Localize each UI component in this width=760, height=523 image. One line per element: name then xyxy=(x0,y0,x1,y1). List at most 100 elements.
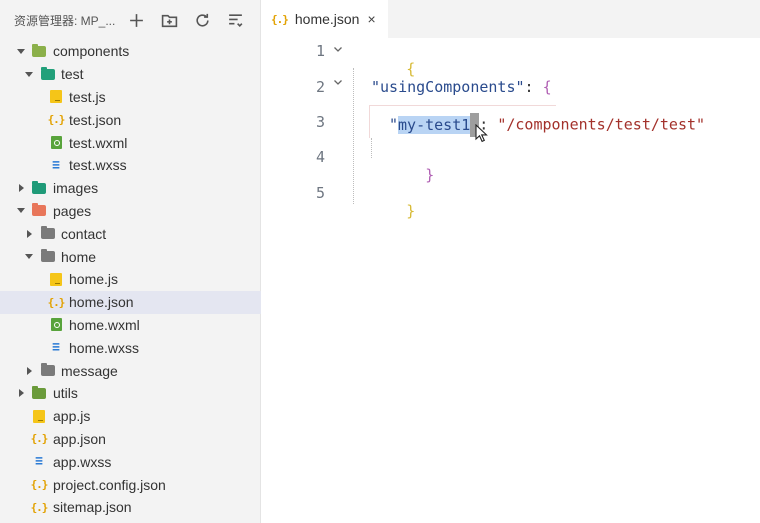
tree-item-label: home.json xyxy=(69,294,134,311)
chevron-down-icon[interactable] xyxy=(24,252,34,262)
tree-item-label: test.json xyxy=(69,111,122,128)
chevron-right-icon[interactable] xyxy=(16,388,26,398)
line-number: 4 xyxy=(315,148,325,166)
json-file-icon: {.} xyxy=(30,500,49,514)
tree-file-app-wxss[interactable]: ≡ app.wxss xyxy=(0,450,261,473)
folder-icon xyxy=(40,363,56,379)
tree-folder-utils[interactable]: utils xyxy=(0,382,261,405)
tab-label: home.json xyxy=(294,11,360,27)
new-file-button[interactable] xyxy=(126,10,147,31)
tree-item-label: utils xyxy=(53,385,78,402)
json-file-icon: {.} xyxy=(271,12,289,26)
tree-file-home-json[interactable]: {.} home.json xyxy=(0,290,261,314)
chevron-down-icon[interactable] xyxy=(16,46,26,56)
tree-item-label: test xyxy=(61,66,84,83)
line-number: 3 xyxy=(315,113,325,131)
tree-file-test-js[interactable]: test.js xyxy=(0,86,261,109)
new-folder-button[interactable] xyxy=(159,10,180,31)
tree-file-test-wxss[interactable]: ≡ test.wxss xyxy=(0,154,261,177)
tree-folder-home[interactable]: home xyxy=(0,245,261,268)
mouse-pointer-icon xyxy=(475,124,488,143)
tree-item-label: project.config.json xyxy=(53,476,166,493)
code-line-5: } xyxy=(352,184,415,238)
tree-item-label: app.js xyxy=(53,408,91,425)
tree-item-label: app.wxss xyxy=(53,453,112,470)
json-file-icon: {.} xyxy=(47,295,66,309)
editor-area: {.} home.json × 1 2 3 4 5 { "usingCompon… xyxy=(261,0,760,523)
folder-icon xyxy=(31,203,47,219)
tree-item-label: home.wxml xyxy=(69,316,140,333)
file-tree: components test test.js {.} test.json test.wx… xyxy=(0,40,261,519)
code-line-2: "usingComponents": { xyxy=(371,78,552,96)
tree-item-label: components xyxy=(53,43,130,60)
tree-file-test-wxml[interactable]: test.wxml xyxy=(0,131,261,154)
tree-file-project-config-json[interactable]: {.} project.config.json xyxy=(0,473,261,496)
chevron-down-icon[interactable] xyxy=(24,69,34,79)
folder-icon xyxy=(40,249,56,265)
tree-folder-contact[interactable]: contact xyxy=(0,222,261,245)
tree-item-label: app.json xyxy=(53,430,106,447)
chevron-right-icon[interactable] xyxy=(16,183,26,193)
outer-open-brace: { xyxy=(406,60,416,78)
json-file-icon: {.} xyxy=(30,432,49,446)
tree-file-home-wxss[interactable]: ≡ home.wxss xyxy=(0,336,261,359)
tree-item-label: home.js xyxy=(69,271,119,288)
tree-item-label: home.wxss xyxy=(69,339,140,356)
json-key-using-components: "usingComponents" xyxy=(371,78,525,96)
new-folder-icon xyxy=(161,14,178,28)
chevron-right-icon[interactable] xyxy=(24,366,34,376)
refresh-button[interactable] xyxy=(192,10,213,31)
tree-item-label: home xyxy=(61,248,97,265)
explorer-actions xyxy=(126,10,246,31)
tree-item-label: test.wxml xyxy=(69,134,128,151)
code-line-3: "my-test1: "/components/test/test" xyxy=(389,113,705,137)
tree-folder-message[interactable]: message xyxy=(0,359,261,382)
collapse-all-button[interactable] xyxy=(225,10,246,31)
js-file-icon xyxy=(48,271,64,287)
js-file-icon xyxy=(31,408,47,424)
fold-chevron-icon[interactable] xyxy=(333,73,343,85)
close-icon[interactable]: × xyxy=(367,11,375,27)
tree-item-label: test.js xyxy=(69,88,106,105)
tree-item-label: message xyxy=(61,362,118,379)
tree-file-home-wxml[interactable]: home.wxml xyxy=(0,314,261,337)
tree-file-home-js[interactable]: home.js xyxy=(0,268,261,291)
tree-file-sitemap-json[interactable]: {.} sitemap.json xyxy=(0,496,261,519)
tree-file-test-json[interactable]: {.} test.json xyxy=(0,108,261,131)
tree-file-app-js[interactable]: app.js xyxy=(0,405,261,428)
folder-icon xyxy=(31,385,47,401)
wxml-file-icon xyxy=(48,135,64,151)
line-number: 5 xyxy=(315,184,325,202)
chevron-down-icon[interactable] xyxy=(16,206,26,216)
tree-item-label: images xyxy=(53,180,99,197)
tab-home-json[interactable]: {.} home.json × xyxy=(261,0,388,38)
folder-icon xyxy=(40,66,56,82)
wxss-file-icon: ≡ xyxy=(52,340,60,356)
collapse-all-icon xyxy=(229,14,243,27)
tree-item-label: test.wxss xyxy=(69,157,127,174)
chevron-right-icon[interactable] xyxy=(24,229,34,239)
explorer-header: 资源管理器: MP_... xyxy=(0,0,260,40)
tree-folder-pages[interactable]: pages xyxy=(0,200,261,223)
outer-close-brace: } xyxy=(406,202,416,220)
colon: : xyxy=(524,78,543,96)
code-editor[interactable]: 1 2 3 4 5 { "usingComponents": { "my-tes… xyxy=(261,38,760,523)
plus-icon xyxy=(130,14,143,27)
line-number: 1 xyxy=(315,42,325,60)
json-file-icon: {.} xyxy=(47,113,66,127)
tree-file-app-json[interactable]: {.} app.json xyxy=(0,428,261,451)
json-string-path: "/components/test/test" xyxy=(497,115,706,134)
folder-icon xyxy=(31,43,47,59)
tree-folder-test[interactable]: test xyxy=(0,63,261,86)
fold-chevron-icon[interactable] xyxy=(333,40,343,52)
json-file-icon: {.} xyxy=(30,478,49,492)
explorer-title: 资源管理器: MP_... xyxy=(14,13,116,28)
tree-item-label: sitemap.json xyxy=(53,499,132,516)
tree-item-label: contact xyxy=(61,225,107,242)
wxml-file-icon xyxy=(48,317,64,333)
line-number: 2 xyxy=(315,78,325,96)
tree-folder-components[interactable]: components xyxy=(0,40,261,63)
tree-item-label: pages xyxy=(53,202,92,219)
tree-folder-images[interactable]: images xyxy=(0,177,261,200)
explorer-panel: 资源管理器: MP_... components test test.js {.} te… xyxy=(0,0,261,523)
